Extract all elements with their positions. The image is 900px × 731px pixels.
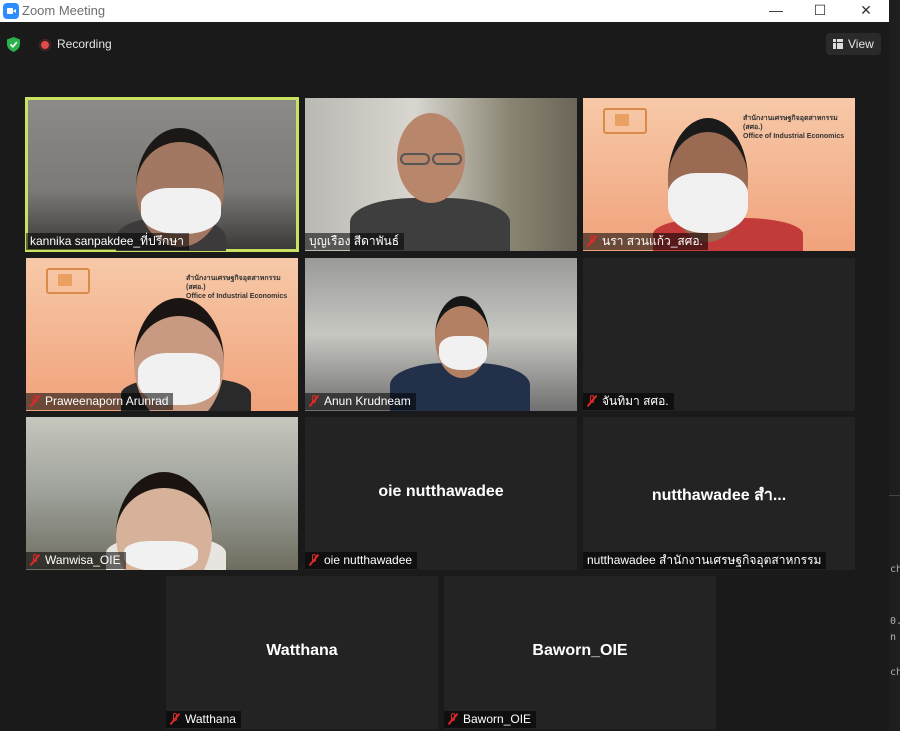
participant-tile[interactable]: สำนักงานเศรษฐกิจอุตสาหกรรม (สศอ.) Office …	[26, 258, 298, 411]
zoom-app-icon	[3, 3, 19, 19]
participant-tile[interactable]: จันทิมา สศอ.	[583, 258, 855, 411]
text-fragment: 0.	[890, 616, 900, 627]
participant-tile[interactable]: oie nutthawadee oie nutthawadee	[305, 417, 577, 570]
recording-label[interactable]: Recording	[57, 37, 112, 51]
text-fragment: ch	[890, 564, 900, 575]
participant-display-name: Watthana	[266, 642, 338, 659]
participant-tile[interactable]: Baworn_OIE Baworn_OIE	[444, 576, 716, 729]
grid-icon	[833, 39, 843, 49]
participant-display-name: oie nutthawadee	[378, 483, 504, 500]
participant-tile[interactable]: Wanwisa_OIE	[26, 417, 298, 570]
participant-name: จันทิมา สศอ.	[583, 393, 674, 410]
view-label: View	[848, 37, 874, 51]
background-window-strip: ch 0. n ch	[889, 0, 900, 731]
participant-name: Anun Krudneam	[305, 393, 416, 410]
participant-tile[interactable]: kannika sanpakdee_ที่ปรึกษา	[25, 97, 299, 252]
text-fragment: n	[890, 632, 897, 643]
participant-name: Praweenaporn Arunrad	[26, 393, 174, 410]
muted-mic-icon	[30, 554, 40, 566]
window-title-bar: Zoom Meeting — ☐ ✕	[0, 0, 889, 22]
participant-name: Watthana	[166, 711, 241, 728]
muted-mic-icon	[309, 554, 319, 566]
close-button[interactable]: ✕	[846, 0, 886, 22]
divider	[889, 495, 900, 496]
participant-name: นรา สวนแก้ว_สศอ.	[583, 233, 708, 250]
participant-name: Baworn_OIE	[444, 711, 537, 728]
meeting-top-bar: Recording View	[0, 22, 889, 70]
participant-name: nutthawadee สำนักงานเศรษฐกิจอุตสาหกรรม	[583, 552, 827, 569]
face-mask	[668, 173, 748, 233]
organization-text: สำนักงานเศรษฐกิจอุตสาหกรรม (สศอ.) Office …	[186, 275, 288, 300]
participant-tile[interactable]: บุญเรือง สีดาพันธ์	[305, 98, 577, 251]
shield-icon[interactable]	[7, 37, 20, 52]
participant-display-name: Baworn_OIE	[532, 642, 628, 659]
glasses	[432, 153, 462, 165]
face-mask	[439, 336, 487, 370]
muted-mic-icon	[309, 395, 319, 407]
muted-mic-icon	[30, 395, 40, 407]
participant-name: oie nutthawadee	[305, 552, 418, 569]
participant-name: kannika sanpakdee_ที่ปรึกษา	[26, 233, 189, 250]
minimize-button[interactable]: —	[756, 0, 796, 22]
face-mask	[124, 541, 198, 570]
participant-tile[interactable]: Watthana Watthana	[166, 576, 438, 729]
window-title: Zoom Meeting	[22, 3, 106, 18]
oie-logo	[603, 108, 647, 134]
participant-tile[interactable]: สำนักงานเศรษฐกิจอุตสาหกรรม (สศอ.) Office …	[583, 98, 855, 251]
maximize-button[interactable]: ☐	[800, 0, 840, 22]
participant-name: Wanwisa_OIE	[26, 552, 126, 569]
oie-logo	[46, 268, 90, 294]
text-fragment: ch	[890, 667, 900, 678]
view-button[interactable]: View	[826, 33, 881, 55]
participant-tile[interactable]: Anun Krudneam	[305, 258, 577, 411]
participant-tile[interactable]: nutthawadee สำ... nutthawadee สำนักงานเศ…	[583, 417, 855, 570]
participant-name: บุญเรือง สีดาพันธ์	[305, 233, 405, 250]
participant-display-name: nutthawadee สำ...	[651, 487, 787, 504]
muted-mic-icon	[170, 713, 180, 725]
recording-icon	[39, 39, 51, 51]
muted-mic-icon	[448, 713, 458, 725]
glasses	[400, 153, 430, 165]
organization-text: สำนักงานเศรษฐกิจอุตสาหกรรม (สศอ.) Office …	[743, 115, 845, 140]
muted-mic-icon	[587, 395, 597, 407]
muted-mic-icon	[587, 235, 597, 247]
face-mask	[141, 188, 221, 234]
